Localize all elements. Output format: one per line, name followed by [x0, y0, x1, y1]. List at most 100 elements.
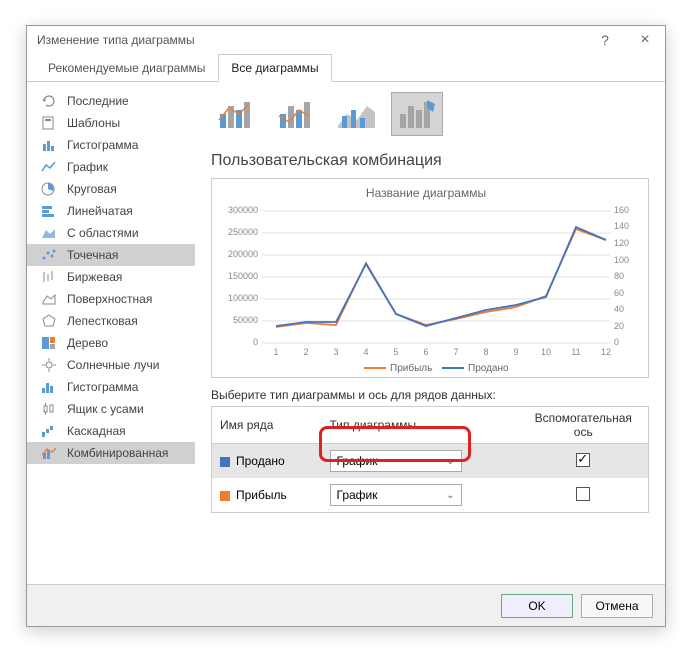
sidebar-item-line[interactable]: График	[27, 156, 195, 178]
waterfall-icon	[39, 423, 59, 439]
svg-text:7: 7	[453, 347, 458, 357]
section-title: Пользовательская комбинация	[211, 152, 649, 170]
svg-text:50000: 50000	[233, 315, 258, 325]
svg-text:150000: 150000	[228, 271, 258, 281]
sidebar-item-surface[interactable]: Поверхностная	[27, 288, 195, 310]
col-secondary-axis: Вспомогательная ось	[519, 407, 649, 444]
cancel-button[interactable]: Отмена	[581, 594, 653, 618]
pie-chart-icon	[39, 181, 59, 197]
help-button[interactable]: ?	[585, 26, 625, 54]
histogram-icon	[39, 379, 59, 395]
treemap-icon	[39, 335, 59, 351]
series-instruction: Выберите тип диаграммы и ось для рядов д…	[211, 388, 649, 402]
svg-text:20: 20	[614, 321, 624, 331]
svg-text:Прибыль: Прибыль	[390, 362, 432, 373]
sidebar-item-column[interactable]: Гистограмма	[27, 134, 195, 156]
surface-chart-icon	[39, 291, 59, 307]
sidebar-item-area[interactable]: С областями	[27, 222, 195, 244]
subtype-clustered-column-line-secondary[interactable]	[271, 92, 323, 136]
svg-text:300000: 300000	[228, 205, 258, 215]
svg-text:80: 80	[614, 271, 624, 281]
chart-type-select-prodano[interactable]: График ⌄	[330, 450, 462, 472]
chevron-down-icon: ⌄	[446, 490, 454, 501]
sidebar-item-combo[interactable]: Комбинированная	[27, 442, 195, 464]
tab-all[interactable]: Все диаграммы	[218, 54, 331, 82]
series-row-pribyl[interactable]: Прибыль График ⌄	[212, 478, 649, 513]
svg-text:40: 40	[614, 304, 624, 314]
sunburst-icon	[39, 357, 59, 373]
chart-type-select-pribyl[interactable]: График ⌄	[330, 484, 462, 506]
sidebar-item-scatter[interactable]: Точечная	[27, 244, 195, 266]
recent-icon	[39, 93, 59, 109]
series-color-marker	[220, 491, 230, 501]
svg-text:0: 0	[253, 337, 258, 347]
content-panel: Пользовательская комбинация Название диа…	[195, 82, 665, 582]
tabs: Рекомендуемые диаграммы Все диаграммы	[27, 54, 665, 82]
close-button[interactable]: ×	[625, 26, 665, 54]
svg-text:6: 6	[423, 347, 428, 357]
series-table: Имя ряда Тип диаграммы Вспомогательная о…	[211, 406, 649, 513]
svg-text:1: 1	[273, 347, 278, 357]
sidebar-item-stock[interactable]: Биржевая	[27, 266, 195, 288]
sidebar-item-sunburst[interactable]: Солнечные лучи	[27, 354, 195, 376]
svg-text:160: 160	[614, 205, 629, 215]
svg-text:120: 120	[614, 238, 629, 248]
svg-text:10: 10	[541, 347, 551, 357]
svg-text:11: 11	[571, 347, 580, 357]
svg-text:140: 140	[614, 221, 629, 231]
area-chart-icon	[39, 225, 59, 241]
sidebar-item-templates[interactable]: Шаблоны	[27, 112, 195, 134]
secondary-axis-checkbox-pribyl[interactable]	[576, 487, 590, 501]
series-row-prodano[interactable]: Продано График ⌄	[212, 444, 649, 479]
sidebar-item-waterfall[interactable]: Каскадная	[27, 420, 195, 442]
svg-text:100000: 100000	[228, 293, 258, 303]
chevron-down-icon: ⌄	[446, 456, 454, 467]
change-chart-type-dialog: Изменение типа диаграммы ? × Рекомендуем…	[26, 25, 666, 627]
stock-chart-icon	[39, 269, 59, 285]
sidebar-item-treemap[interactable]: Дерево	[27, 332, 195, 354]
combo-chart-icon	[39, 445, 59, 461]
col-chart-type: Тип диаграммы	[322, 407, 519, 444]
svg-text:4: 4	[363, 347, 368, 357]
svg-text:Продано: Продано	[468, 363, 509, 373]
svg-text:8: 8	[483, 347, 488, 357]
svg-text:5: 5	[393, 347, 398, 357]
chart-subtype-row	[211, 92, 649, 136]
svg-text:200000: 200000	[228, 249, 258, 259]
sidebar-item-recent[interactable]: Последние	[27, 90, 195, 112]
titlebar: Изменение типа диаграммы ? ×	[27, 26, 665, 54]
sidebar-item-histogram[interactable]: Гистограмма	[27, 376, 195, 398]
svg-text:60: 60	[614, 288, 624, 298]
bar-chart-icon	[39, 203, 59, 219]
sidebar-item-pie[interactable]: Круговая	[27, 178, 195, 200]
line-chart-icon	[39, 159, 59, 175]
svg-text:3: 3	[333, 347, 338, 357]
svg-text:12: 12	[601, 347, 611, 357]
svg-text:250000: 250000	[228, 227, 258, 237]
svg-text:9: 9	[513, 347, 518, 357]
subtype-custom-combination[interactable]	[391, 92, 443, 136]
chart-title: Название диаграммы	[366, 186, 486, 200]
ok-button[interactable]: OK	[501, 594, 573, 618]
secondary-axis-checkbox-prodano[interactable]	[576, 453, 590, 467]
templates-icon	[39, 115, 59, 131]
sidebar-item-bar[interactable]: Линейчатая	[27, 200, 195, 222]
series-color-marker	[220, 457, 230, 467]
window-title: Изменение типа диаграммы	[37, 33, 195, 47]
subtype-stacked-area-column[interactable]	[331, 92, 383, 136]
svg-text:0: 0	[614, 337, 619, 347]
svg-text:100: 100	[614, 255, 629, 265]
sidebar-item-boxwhisker[interactable]: Ящик с усами	[27, 398, 195, 420]
radar-chart-icon	[39, 313, 59, 329]
boxwhisker-icon	[39, 401, 59, 417]
svg-text:2: 2	[303, 347, 308, 357]
subtype-clustered-column-line[interactable]	[211, 92, 263, 136]
chart-category-sidebar: Последние Шаблоны Гистограмма График Кру…	[27, 82, 195, 582]
chart-preview: Название диаграммы 300000250000200000150…	[211, 178, 649, 378]
dialog-footer: OK Отмена	[27, 584, 665, 626]
scatter-chart-icon	[39, 247, 59, 263]
column-chart-icon	[39, 137, 59, 153]
col-series-name: Имя ряда	[212, 407, 322, 444]
sidebar-item-radar[interactable]: Лепестковая	[27, 310, 195, 332]
tab-recommended[interactable]: Рекомендуемые диаграммы	[35, 54, 218, 82]
